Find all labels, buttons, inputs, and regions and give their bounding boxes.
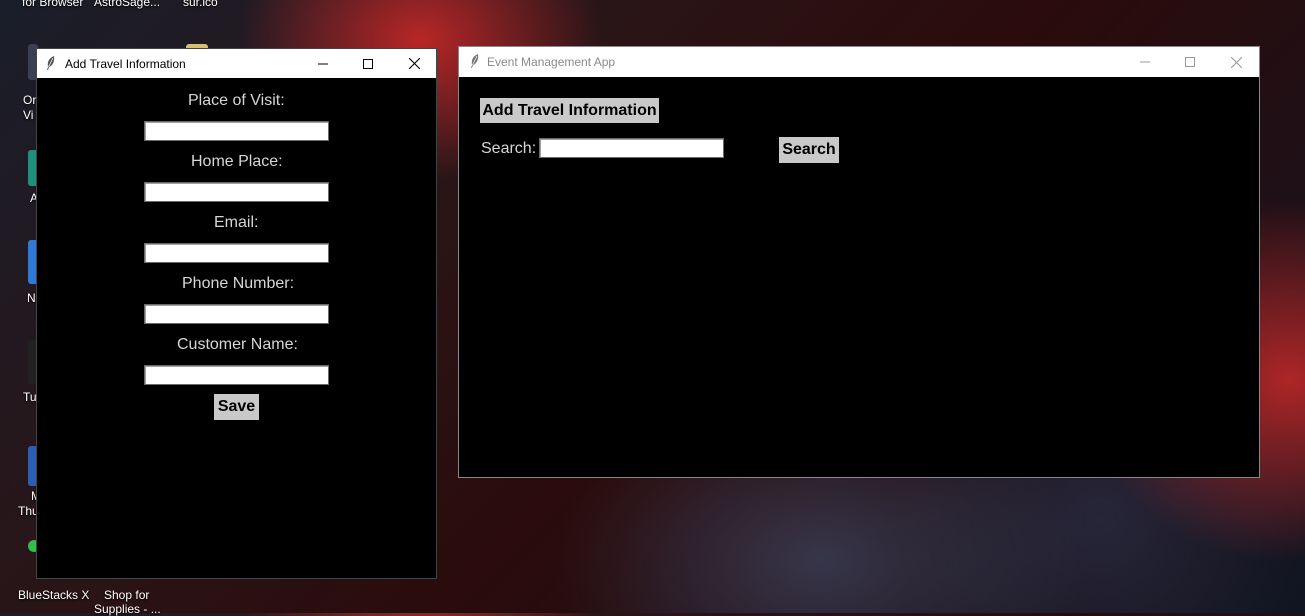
- place-of-visit-label: Place of Visit:: [188, 92, 285, 109]
- desktop-label-bluestacks[interactable]: BlueStacks X: [18, 588, 89, 602]
- add-travel-titlebar[interactable]: Add Travel Information: [37, 49, 436, 78]
- maximize-icon: [363, 58, 373, 69]
- add-travel-window: Add Travel Information Place of Visit: H…: [36, 48, 437, 579]
- search-label: Search:: [481, 140, 537, 157]
- minimize-icon: [318, 63, 328, 64]
- minimize-icon: [1140, 61, 1150, 63]
- minimize-button[interactable]: [300, 49, 346, 78]
- email-label: Email:: [214, 214, 259, 231]
- minimize-button[interactable]: [1122, 47, 1168, 77]
- phone-number-input[interactable]: [144, 304, 329, 324]
- event-management-titlebar[interactable]: Event Management App: [459, 47, 1259, 77]
- desktop-label-tu[interactable]: Tu: [23, 390, 37, 404]
- desktop-label-astrosage[interactable]: AstroSage...: [94, 0, 160, 9]
- feather-icon: [471, 54, 479, 68]
- desktop-label-vi[interactable]: Vi: [23, 108, 33, 122]
- desktop-label-shop-for[interactable]: Shop for: [104, 588, 149, 602]
- place-of-visit-input[interactable]: [144, 121, 329, 141]
- desktop-label-supplies[interactable]: Supplies - ...: [94, 602, 161, 616]
- desktop-label-sur-ico[interactable]: sur.ico: [183, 0, 218, 9]
- home-place-input[interactable]: [144, 182, 329, 202]
- email-input[interactable]: [144, 243, 329, 263]
- window-title: Add Travel Information: [65, 57, 186, 71]
- event-management-window: Event Management App Add Travel Informat…: [458, 46, 1260, 478]
- maximize-button[interactable]: [1167, 47, 1213, 77]
- search-input[interactable]: [539, 138, 724, 158]
- maximize-icon: [1185, 57, 1195, 67]
- home-place-label: Home Place:: [191, 153, 283, 170]
- close-icon: [1230, 56, 1242, 68]
- close-button[interactable]: [1213, 47, 1259, 77]
- customer-name-input[interactable]: [144, 365, 329, 385]
- close-button[interactable]: [391, 49, 437, 78]
- add-travel-information-button[interactable]: Add Travel Information: [480, 98, 659, 123]
- desktop-label-for-browser[interactable]: for Browser: [22, 0, 83, 9]
- desktop-label-n[interactable]: N: [27, 291, 36, 305]
- window-title: Event Management App: [487, 55, 616, 69]
- feather-icon: [47, 56, 55, 70]
- close-icon: [408, 58, 420, 69]
- phone-number-label: Phone Number:: [182, 275, 295, 292]
- save-button[interactable]: Save: [214, 394, 259, 420]
- maximize-button[interactable]: [345, 49, 391, 78]
- search-button[interactable]: Search: [779, 137, 839, 163]
- desktop-label-or[interactable]: Or: [23, 93, 36, 107]
- customer-name-label: Customer Name:: [177, 336, 298, 353]
